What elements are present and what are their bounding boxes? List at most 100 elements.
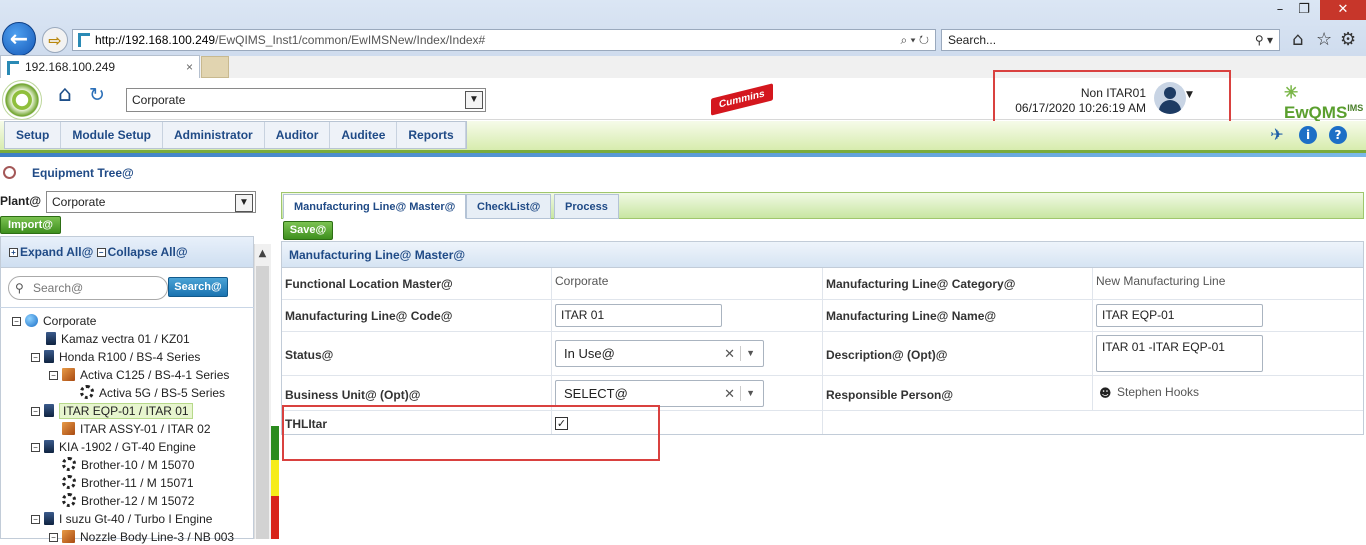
tree-node-corporate[interactable]: − Corporate [12,313,96,329]
browser-search-input[interactable]: Search... ⚲ ▾ [941,29,1280,51]
collapse-icon[interactable]: − [31,515,40,524]
status-color-strip [271,426,279,539]
menu-setup[interactable]: Setup [5,122,62,148]
pin-icon[interactable]: ✈ [1268,126,1286,144]
tab-checklist[interactable]: CheckList@ [466,194,552,219]
collapse-icon[interactable]: − [12,317,21,326]
scroll-thumb[interactable] [256,266,269,539]
responsible-label: Responsible Person@ [826,388,954,402]
chevron-down-icon[interactable]: ▼ [746,381,755,406]
highlight-box-thlitar [282,405,660,461]
tree-node[interactable]: − Honda R100 / BS-4 Series [31,349,200,365]
tree-node-label: Brother-10 / M 15070 [81,458,195,472]
tree-search-placeholder: Search@ [33,281,84,295]
tree-node-label: Brother-12 / M 15072 [81,494,195,508]
tree-search-input[interactable]: ⚲ Search@ [8,276,168,300]
business-unit-select[interactable]: SELECT@ ✕ ▼ [555,380,764,407]
code-input[interactable]: ITAR 01 [555,304,722,327]
restore-button[interactable]: ❐ [1290,0,1318,20]
collapse-icon[interactable]: − [31,407,40,416]
tree-node-label: ITAR EQP-01 / ITAR 01 [59,403,193,419]
box-icon [62,368,75,381]
tree-search-button[interactable]: Search@ [168,277,228,297]
category-label: Manufacturing Line@ Category@ [826,277,1016,291]
tab-favicon-icon [7,61,19,75]
browser-tab[interactable]: 192.168.100.249 × [0,55,200,78]
tree-node[interactable]: − Nozzle Body Line-3 / NB 003 [49,529,234,545]
gear-icon [62,457,76,471]
back-icon[interactable]: ← [2,22,36,56]
app-logo-sup: IMS [1347,103,1364,113]
home-browser-icon[interactable]: ⌂ [1292,29,1303,50]
address-bar[interactable]: http://192.168.100.249/EwQIMS_Inst1/comm… [72,29,936,51]
close-tab-icon[interactable]: × [186,56,193,78]
description-label: Description@ (Opt)@ [826,348,948,362]
description-textarea[interactable]: ITAR 01 -ITAR EQP-01 [1096,335,1263,372]
browser-search-placeholder: Search... [948,33,997,47]
plant-selector[interactable]: Corporate ▼ [126,88,486,112]
help-icon[interactable]: ? [1329,126,1347,144]
plant-label: Plant@ [0,194,42,208]
tab-process[interactable]: Process [554,194,619,219]
new-tab-button[interactable] [201,56,229,78]
box-icon [62,422,75,435]
url-host: http://192.168.100.249 [95,33,216,47]
tree-node[interactable]: − Activa C125 / BS-4-1 Series [49,367,229,383]
code-label: Manufacturing Line@ Code@ [285,309,453,323]
device-icon [44,512,54,525]
plant-dropdown[interactable]: Corporate ▼ [46,191,256,213]
menu-auditee[interactable]: Auditee [330,122,398,148]
tree-node-label: KIA -1902 / GT-40 Engine [59,440,196,454]
tree-node[interactable]: Activa 5G / BS-5 Series [80,385,225,401]
save-button[interactable]: Save@ [283,221,333,240]
menu-auditor[interactable]: Auditor [264,122,331,148]
collapse-icon[interactable]: − [31,443,40,452]
tree-node[interactable]: − I suzu Gt-40 / Turbo I Engine [31,511,212,527]
refresh-icon[interactable]: ↻ [89,84,111,106]
search-icon[interactable]: ⚲ ▾ [1255,30,1273,50]
tab-manufacturing-line-master[interactable]: Manufacturing Line@ Master@ [283,194,467,219]
tree-node-selected[interactable]: − ITAR EQP-01 / ITAR 01 [31,403,193,419]
app-logo-text: EwQMS [1284,103,1348,122]
collapse-icon: − [96,248,106,257]
expand-all-link[interactable]: + Expand All@ [9,245,93,259]
tree-node[interactable]: − KIA -1902 / GT-40 Engine [31,439,196,455]
scroll-up-icon[interactable]: ▲ [255,248,270,262]
status-label: Status@ [285,348,334,362]
clear-icon[interactable]: ✕ [724,341,735,366]
tree-node-label: Activa 5G / BS-5 Series [99,386,226,400]
collapse-icon[interactable]: − [31,353,40,362]
chevron-down-icon[interactable]: ▼ [235,194,253,212]
device-icon [46,332,56,345]
chevron-down-icon[interactable]: ▼ [465,91,483,109]
collapse-all-label: Collapse All@ [107,245,188,259]
home-icon[interactable]: ⌂ [58,83,82,107]
collapse-all-link[interactable]: − Collapse All@ [96,245,188,259]
settings-gear-icon[interactable]: ⚙ [1340,29,1356,50]
info-icon[interactable]: i [1299,126,1317,144]
site-favicon-icon [78,33,90,47]
form-title: Manufacturing Line@ Master@ [281,241,1364,268]
collapse-icon[interactable]: − [49,371,58,380]
forward-icon[interactable]: ⇨ [42,27,68,53]
tree-node[interactable]: Brother-11 / M 15071 [62,475,194,491]
chevron-down-icon[interactable]: ▼ [746,341,755,366]
menu-module-setup[interactable]: Module Setup [61,122,164,148]
menu-reports[interactable]: Reports [397,122,466,148]
tab-title: 192.168.100.249 [25,60,116,74]
tree-node[interactable]: ITAR ASSY-01 / ITAR 02 [62,421,211,437]
menu-administrator[interactable]: Administrator [163,122,265,148]
tree-node[interactable]: Brother-10 / M 15070 [62,457,194,473]
refresh-url-icon[interactable]: ⌕ ▾ ↻ [900,30,929,50]
company-logo-icon [2,80,42,120]
collapse-icon[interactable]: − [49,533,58,542]
tree-node[interactable]: Kamaz vectra 01 / KZ01 [46,331,190,347]
import-button[interactable]: Import@ [0,216,61,234]
favorites-star-icon[interactable]: ☆ [1316,29,1332,50]
status-select[interactable]: In Use@ ✕ ▼ [555,340,764,367]
clear-icon[interactable]: ✕ [724,381,735,406]
tree-node-label: Activa C125 / BS-4-1 Series [80,368,230,382]
close-window-button[interactable]: ✕ [1320,0,1366,20]
tree-node[interactable]: Brother-12 / M 15072 [62,493,194,509]
name-input[interactable]: ITAR EQP-01 [1096,304,1263,327]
